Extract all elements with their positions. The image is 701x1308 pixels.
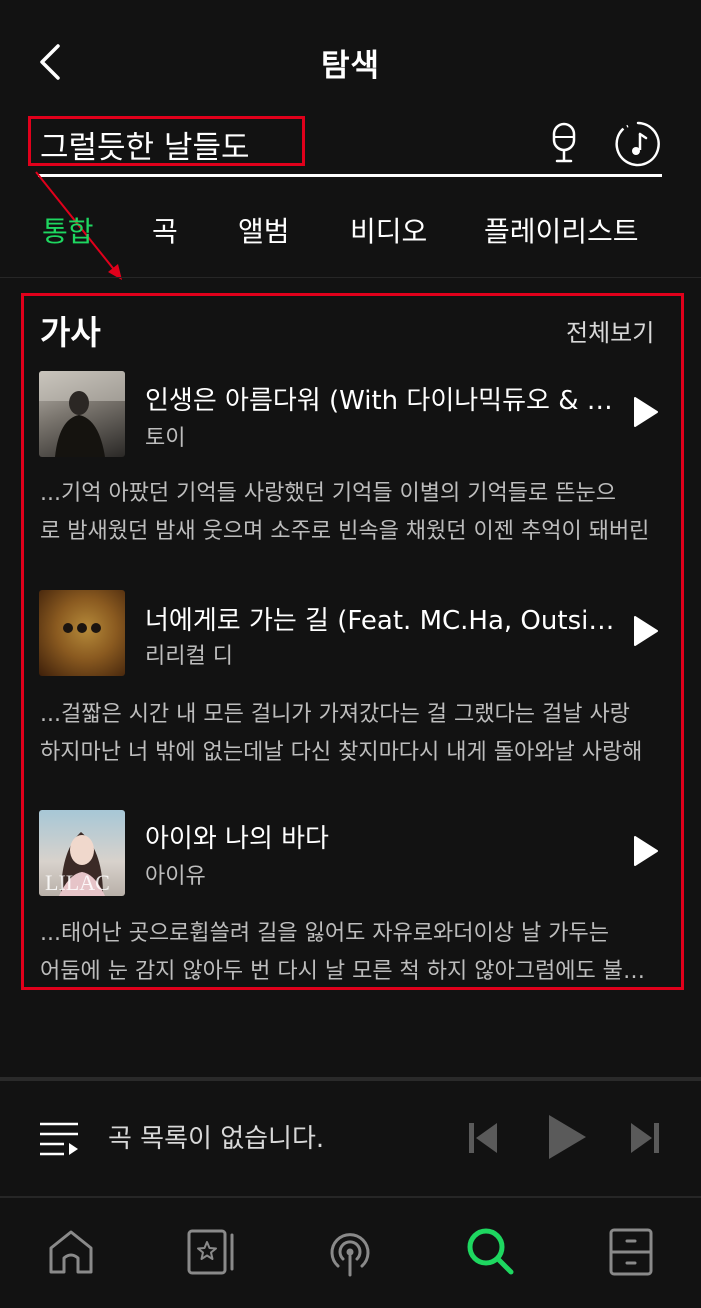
- play-icon[interactable]: [630, 614, 660, 648]
- search-underline: [38, 174, 662, 177]
- tabs-divider: [0, 277, 701, 278]
- see-all-link[interactable]: 전체보기: [566, 313, 654, 348]
- lyric-snippet: ...태어난 곳으로휩쓸려 길을 잃어도 자유로와더이상 날 가두는 어둠에 눈…: [40, 921, 662, 984]
- tab-playlists[interactable]: 플레이리스트: [484, 210, 639, 250]
- nav-divider: [0, 1196, 701, 1198]
- drawer-icon[interactable]: [605, 1226, 657, 1278]
- library-icon[interactable]: [186, 1226, 238, 1278]
- tab-videos[interactable]: 비디오: [350, 210, 427, 250]
- lyric-snippet: ...기억 아팠던 기억들 사랑했던 기억들 이별의 기억들로 뜬눈으 로 밤새…: [40, 481, 650, 544]
- song-title[interactable]: 아이와 나의 바다: [145, 818, 615, 855]
- previous-track-icon[interactable]: [466, 1120, 500, 1156]
- album-art[interactable]: [39, 590, 125, 676]
- player-status: 곡 목록이 없습니다.: [108, 1124, 325, 1154]
- play-icon[interactable]: [630, 395, 660, 429]
- home-icon[interactable]: [45, 1226, 97, 1278]
- album-logo-lettering: LILAC: [45, 870, 110, 895]
- lyric-snippet: ...걸짧은 시간 내 모든 걸니가 가져갔다는 걸 그랬다는 걸날 사랑 하지…: [40, 702, 643, 765]
- tab-all[interactable]: 통합: [42, 210, 94, 250]
- album-art[interactable]: [39, 371, 125, 457]
- player-divider: [0, 1077, 701, 1081]
- query-highlight-box: [28, 116, 305, 166]
- podcast-icon[interactable]: [324, 1226, 376, 1278]
- search-icon[interactable]: [464, 1226, 516, 1278]
- tab-songs[interactable]: 곡: [152, 210, 178, 250]
- microphone-icon[interactable]: [548, 122, 580, 164]
- song-artist: 아이유: [145, 864, 206, 889]
- tab-albums[interactable]: 앨범: [238, 210, 290, 250]
- playlist-queue-icon[interactable]: [38, 1118, 80, 1158]
- song-title[interactable]: 인생은 아름다워 (With 다이나믹듀오 & 나윤권): [145, 380, 615, 417]
- song-title[interactable]: 너에게로 가는 길 (Feat. MC.Ha, Outsider): [145, 600, 615, 637]
- play-icon[interactable]: [630, 834, 660, 868]
- section-title: 가사: [40, 313, 101, 352]
- song-artist: 토이: [145, 426, 186, 451]
- song-artist: 리리컬 디: [145, 644, 233, 669]
- page-title: 탐색: [320, 48, 381, 84]
- next-track-icon[interactable]: [628, 1120, 662, 1156]
- player-play-icon[interactable]: [545, 1112, 589, 1162]
- music-recognition-icon[interactable]: [614, 120, 662, 168]
- album-art[interactable]: LILAC: [39, 810, 125, 896]
